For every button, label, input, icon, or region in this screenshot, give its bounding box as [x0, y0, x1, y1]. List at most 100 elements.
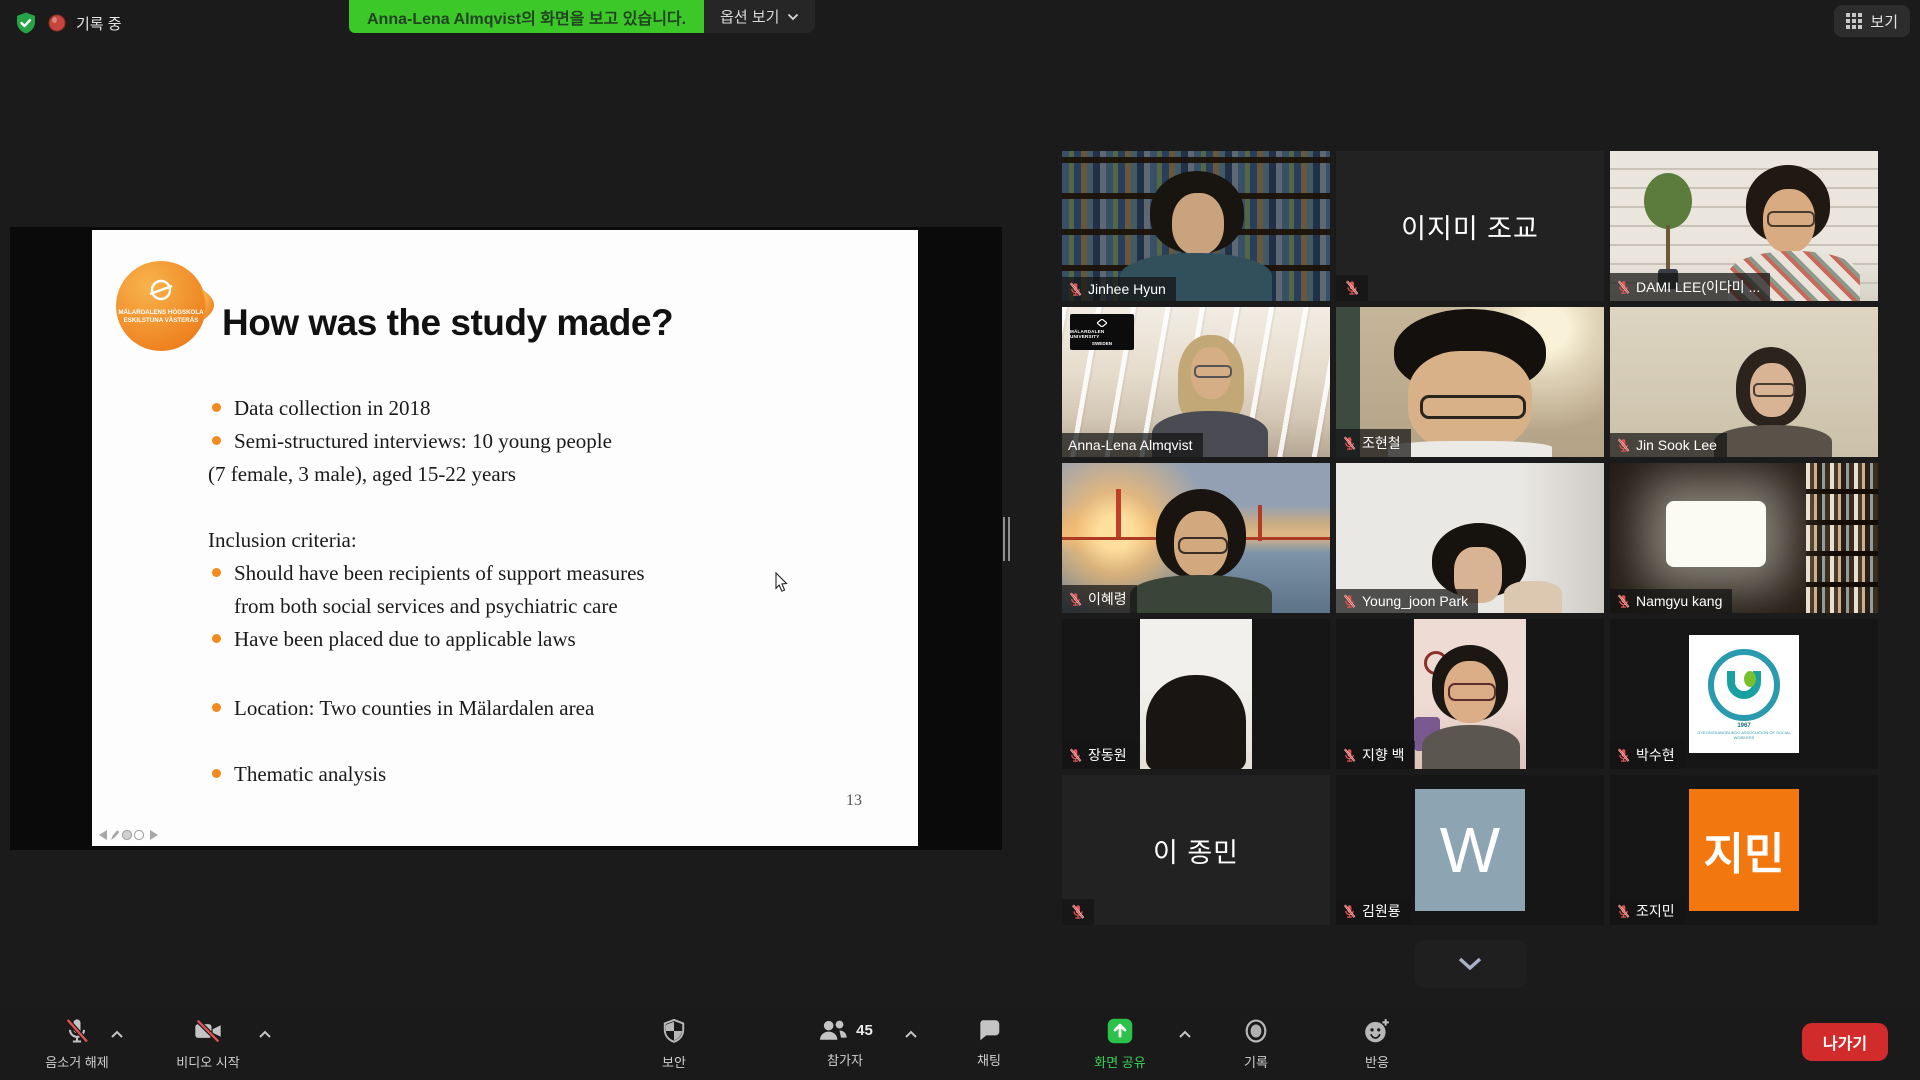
encryption-shield-icon: [14, 11, 38, 35]
participant-name: 이혜령: [1088, 589, 1127, 609]
security-button[interactable]: 보안: [619, 1017, 729, 1071]
prev-slide-icon: [99, 830, 107, 840]
bridge-tower: [1116, 489, 1121, 539]
participant-tile[interactable]: 지향 백: [1336, 619, 1604, 769]
muted-mic-icon: [1068, 282, 1083, 297]
grid-view-icon: [1846, 13, 1862, 29]
muted-mic-icon: [1616, 748, 1631, 763]
slide-page-number: 13: [846, 792, 862, 810]
participant-nameplate: 이혜령: [1062, 585, 1137, 613]
reactions-button[interactable]: 반응: [1322, 1017, 1432, 1071]
participant-name: Jin Sook Lee: [1636, 437, 1717, 453]
glasses: [1178, 537, 1228, 554]
muted-mic-icon: [1342, 436, 1357, 451]
participant-nameplate: Namgyu kang: [1610, 589, 1732, 613]
participant-tile[interactable]: Namgyu kang: [1610, 463, 1878, 613]
share-screen-button[interactable]: 화면 공유: [1065, 1017, 1175, 1071]
shield-icon: [661, 1017, 687, 1045]
view-button[interactable]: 보기: [1834, 5, 1910, 37]
slide-bullet: Semi-structured interviews: 10 young peo…: [234, 429, 612, 454]
participant-nameplate: 조지민: [1610, 897, 1685, 925]
collapse-participants-button[interactable]: [1414, 940, 1526, 988]
participant-grid: Jinhee Hyun 이지미 조교 DAMI: [1062, 151, 1878, 925]
participants-button[interactable]: 45 참가자: [780, 1017, 910, 1069]
participant-tile[interactable]: DAMI LEE(이다미 ...: [1610, 151, 1878, 301]
participant-tile[interactable]: Jin Sook Lee: [1610, 307, 1878, 457]
participants-icon: [817, 1017, 849, 1043]
pen-icon: [111, 830, 119, 840]
next-slide-icon: [150, 830, 158, 840]
avatar-letter: W: [1440, 813, 1500, 887]
unmute-button[interactable]: 음소거 해제: [22, 1017, 132, 1071]
muted-mic-icon: [1344, 280, 1360, 296]
participant-tile[interactable]: 조현철: [1336, 307, 1604, 457]
svg-text:MÄLARDALENS HÖGSKOLA: MÄLARDALENS HÖGSKOLA: [118, 309, 204, 316]
participant-tile[interactable]: 1967 GYEONGSANGBUKDO ASSOCIATION OF SOCI…: [1610, 619, 1878, 769]
glasses: [1194, 365, 1232, 378]
svg-text:ESKILSTUNA VÄSTERÅS: ESKILSTUNA VÄSTERÅS: [124, 317, 199, 324]
participant-name: Jinhee Hyun: [1088, 281, 1166, 297]
avatar-text: 지민: [1704, 818, 1785, 882]
participant-nameplate: Jin Sook Lee: [1610, 433, 1727, 457]
chevron-down-icon: [787, 13, 799, 21]
unmute-label: 음소거 해제: [45, 1052, 108, 1071]
view-options-button[interactable]: 옵션 보기: [704, 0, 815, 33]
share-screen-label: 화면 공유: [1094, 1052, 1145, 1071]
zoom-meeting-window: 기록 중 Anna-Lena Almqvist의 화면을 보고 있습니다. 옵션…: [0, 0, 1920, 1080]
record-dot-icon: [48, 14, 66, 32]
view-button-label: 보기: [1870, 11, 1898, 32]
reactions-label: 반응: [1365, 1052, 1389, 1071]
participant-nameplate: Anna-Lena Almqvist: [1062, 433, 1203, 457]
association-logo: 1967 GYEONGSANGBUKDO ASSOCIATION OF SOCI…: [1689, 635, 1799, 753]
participant-tile-active-speaker[interactable]: MÄLARDALEN UNIVERSITY SWEDEN Anna-Lena A…: [1062, 307, 1330, 457]
reactions-smiley-icon: [1363, 1017, 1391, 1045]
chat-button[interactable]: 채팅: [934, 1017, 1044, 1069]
participant-tile[interactable]: 이 종민: [1062, 775, 1330, 925]
participant-display-name: 이 종민: [1062, 775, 1330, 925]
slide-bullet-continuation: (7 female, 3 male), aged 15-22 years: [208, 462, 516, 487]
mic-options-chevron[interactable]: [110, 1030, 124, 1039]
participant-tile[interactable]: 이지미 조교: [1336, 151, 1604, 301]
participant-tile[interactable]: 장동원: [1062, 619, 1330, 769]
participant-nameplate: 장동원: [1062, 741, 1137, 769]
participant-name: 장동원: [1088, 745, 1127, 765]
slide-bullet: Data collection in 2018: [234, 396, 431, 421]
bullet-dot: [212, 634, 221, 643]
start-video-button[interactable]: 비디오 시작: [153, 1017, 263, 1071]
muted-mic-icon: [1342, 748, 1357, 763]
share-options-chevron[interactable]: [1178, 1030, 1192, 1039]
participants-options-chevron[interactable]: [904, 1030, 918, 1039]
record-label: 기록: [1244, 1052, 1268, 1071]
annotate-icon: [122, 830, 131, 839]
chat-icon: [975, 1017, 1003, 1043]
glasses: [1448, 683, 1496, 701]
slide-bullet: Should have been recipients of support m…: [234, 561, 645, 586]
video-options-chevron[interactable]: [258, 1030, 272, 1039]
muted-mic-icon: [1616, 280, 1631, 295]
leave-meeting-button[interactable]: 나가기: [1802, 1023, 1888, 1061]
participant-name: DAMI LEE(이다미 ...: [1636, 277, 1760, 297]
panel-resize-handle[interactable]: [1003, 517, 1013, 561]
participant-tile[interactable]: 이혜령: [1062, 463, 1330, 613]
participant-tile[interactable]: 지민 조지민: [1610, 775, 1878, 925]
university-watermark: MÄLARDALEN UNIVERSITY SWEDEN: [1070, 314, 1134, 350]
bullet-dot: [212, 568, 221, 577]
participant-nameplate: DAMI LEE(이다미 ...: [1610, 273, 1770, 301]
bullet-dot: [212, 436, 221, 445]
participant-name: Namgyu kang: [1636, 593, 1722, 609]
participant-tile[interactable]: W 김원룡: [1336, 775, 1604, 925]
emblem-year: 1967: [1737, 723, 1750, 729]
participant-tile[interactable]: Jinhee Hyun: [1062, 151, 1330, 301]
screen-share-banner: Anna-Lena Almqvist의 화면을 보고 있습니다. 옵션 보기: [349, 0, 815, 33]
participant-nameplate: [1336, 275, 1368, 301]
security-label: 보안: [662, 1052, 686, 1071]
start-video-label: 비디오 시작: [176, 1052, 239, 1071]
participant-tile[interactable]: Young_joon Park: [1336, 463, 1604, 613]
camera-off-icon: [193, 1017, 223, 1045]
record-button[interactable]: 기록: [1201, 1017, 1311, 1071]
muted-mic-icon: [1616, 438, 1631, 453]
participants-label: 참가자: [827, 1050, 863, 1069]
participant-name: Young_joon Park: [1362, 593, 1468, 609]
slide-bullet-continuation: from both social services and psychiatri…: [234, 594, 618, 619]
participant-nameplate: 김원룡: [1336, 897, 1411, 925]
